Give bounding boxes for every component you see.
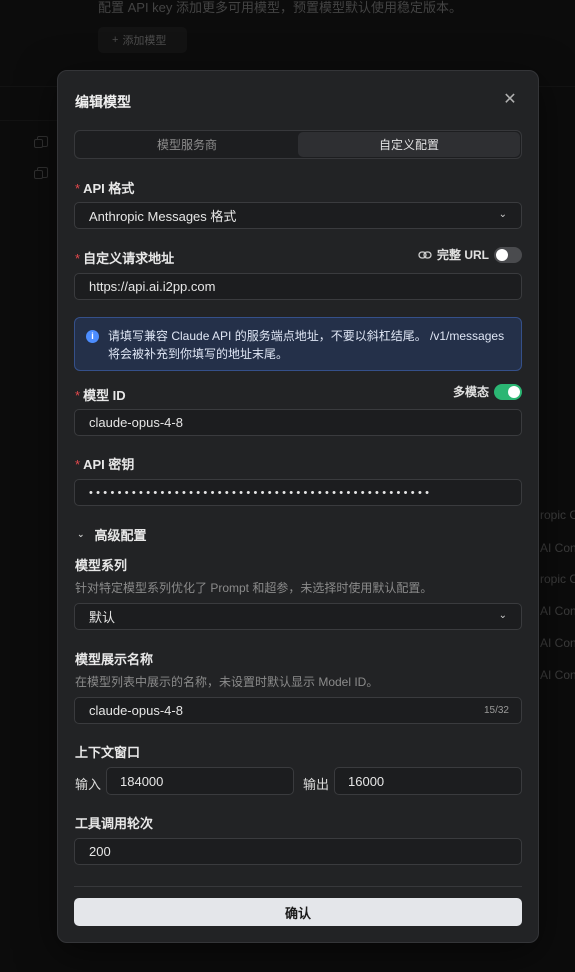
model-series-hint: 针对特定模型系列优化了 Prompt 和超参，未选择时使用默认配置。 <box>75 581 433 595</box>
display-name-label: 模型展示名称 <box>75 652 154 667</box>
display-name-input[interactable]: claude-opus-4-8 15/32 <box>74 697 522 724</box>
endpoint-value: https://api.ai.i2pp.com <box>89 279 216 294</box>
display-name-value: claude-opus-4-8 <box>89 703 183 718</box>
api-format-label: * API 格式 <box>75 181 135 196</box>
input-tokens-label: 输入 <box>75 777 102 792</box>
tab-custom-config[interactable]: 自定义配置 <box>298 132 520 157</box>
info-icon: i <box>86 330 99 343</box>
chevron-down-icon: ⌄ <box>498 610 507 621</box>
output-tokens-value: 16000 <box>348 773 385 789</box>
footer-divider <box>74 886 522 887</box>
chevron-down-icon: ⌄ <box>77 529 85 539</box>
api-format-value: Anthropic Messages 格式 <box>89 209 237 224</box>
confirm-button[interactable]: 确认 <box>74 898 522 926</box>
chevron-down-icon: ⌄ <box>498 209 507 220</box>
tool-rounds-label: 工具调用轮次 <box>75 816 154 831</box>
edit-model-dialog: 编辑模型 ✕ 模型服务商 自定义配置 * API 格式 Anthropic Mes… <box>57 70 539 943</box>
tool-rounds-value: 200 <box>89 844 111 859</box>
full-url-toggle-row: 完整 URL <box>418 246 522 263</box>
model-id-value: claude-opus-4-8 <box>89 415 183 430</box>
advanced-config-label: 高级配置 <box>94 528 147 543</box>
char-counter: 15/32 <box>483 705 509 716</box>
multimodal-toggle-row: 多模态 <box>453 383 522 400</box>
full-url-switch[interactable] <box>494 246 522 263</box>
tab-provider[interactable]: 模型服务商 <box>76 132 298 157</box>
multimodal-label: 多模态 <box>452 385 489 399</box>
link-icon <box>418 250 432 259</box>
input-tokens-field[interactable]: 184000 <box>106 767 294 795</box>
advanced-config-toggle[interactable]: ⌄ 高级配置 <box>77 525 147 544</box>
model-series-label: 模型系列 <box>75 558 128 573</box>
model-series-value: 默认 <box>89 610 116 625</box>
input-tokens-value: 184000 <box>120 773 164 789</box>
endpoint-info-banner: i 请填写兼容 Claude API 的服务端点地址，不要以斜杠结尾。 /v1/… <box>74 317 522 371</box>
dialog-title: 编辑模型 <box>75 94 131 110</box>
model-id-input[interactable]: claude-opus-4-8 <box>74 409 522 436</box>
api-format-select[interactable]: Anthropic Messages 格式 ⌄ <box>74 202 522 229</box>
close-icon[interactable]: ✕ <box>502 92 518 108</box>
context-window-label: 上下文窗口 <box>75 745 141 760</box>
tool-rounds-input[interactable]: 200 <box>74 838 522 865</box>
output-tokens-label: 输出 <box>303 777 330 792</box>
output-tokens-field[interactable]: 16000 <box>334 767 522 795</box>
api-key-value: ••••••••••••••••••••••••••••••••••••••••… <box>89 486 433 499</box>
info-text: 请填写兼容 Claude API 的服务端点地址，不要以斜杠结尾。 /v1/me… <box>108 329 505 361</box>
model-series-select[interactable]: 默认 ⌄ <box>74 603 522 630</box>
api-key-label: * API 密钥 <box>75 457 135 472</box>
full-url-label: 完整 URL <box>437 248 489 262</box>
multimodal-switch[interactable] <box>494 383 522 400</box>
api-key-input[interactable]: ••••••••••••••••••••••••••••••••••••••••… <box>74 479 522 506</box>
display-name-hint: 在模型列表中展示的名称，未设置时默认显示 Model ID。 <box>75 675 379 689</box>
config-tabs: 模型服务商 自定义配置 <box>74 130 522 159</box>
endpoint-label: * 自定义请求地址 <box>75 251 175 266</box>
model-id-label: * 模型 ID <box>75 388 126 403</box>
endpoint-input[interactable]: https://api.ai.i2pp.com <box>74 273 522 300</box>
